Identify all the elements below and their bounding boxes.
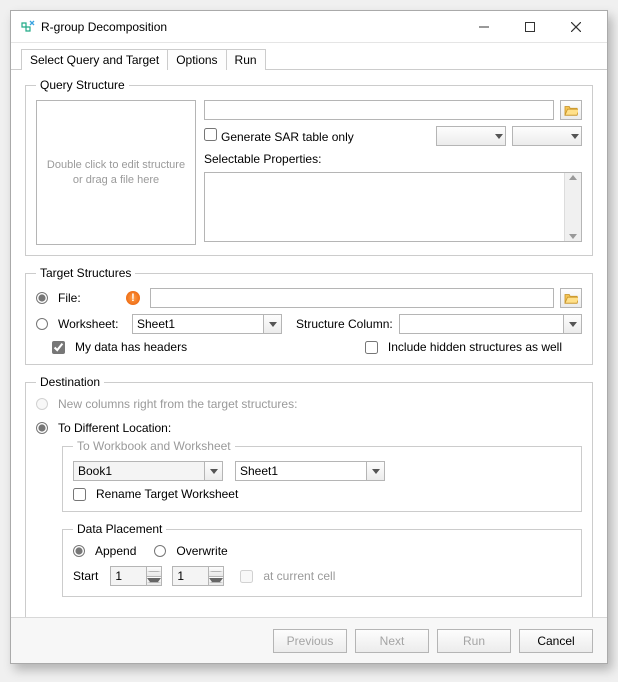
run-button[interactable]: Run: [437, 629, 511, 653]
query-structure-group: Query Structure Double click to edit str…: [25, 78, 593, 256]
different-location-radio[interactable]: [36, 422, 48, 434]
window-title: R-group Decomposition: [41, 20, 167, 34]
chevron-down-icon: [210, 469, 218, 474]
target-worksheet-radio[interactable]: [36, 318, 48, 330]
worksheet-select[interactable]: Sheet1: [132, 314, 282, 334]
rename-worksheet-checkbox[interactable]: [73, 488, 86, 501]
tab-select-query[interactable]: Select Query and Target: [21, 49, 168, 70]
target-structures-legend: Target Structures: [36, 266, 135, 280]
generate-sar-checkbox[interactable]: [204, 128, 217, 141]
at-current-cell-checkbox: [240, 570, 253, 583]
structure-column-label: Structure Column:: [296, 317, 393, 331]
structure-column-select[interactable]: [399, 314, 582, 334]
rename-worksheet-label: Rename Target Worksheet: [96, 487, 238, 501]
new-columns-radio: [36, 398, 48, 410]
append-radio[interactable]: [73, 545, 85, 557]
start-row-spinner[interactable]: 1: [110, 566, 162, 586]
cancel-button[interactable]: Cancel: [519, 629, 593, 653]
scroll-up-icon: [569, 175, 577, 180]
include-hidden-label: Include hidden structures as well: [388, 340, 562, 354]
selectable-properties-list[interactable]: [204, 172, 582, 242]
workbook-select[interactable]: Book1: [73, 461, 223, 481]
selectable-properties-label: Selectable Properties:: [204, 152, 582, 166]
chevron-down-icon: [571, 134, 579, 139]
titlebar: R-group Decomposition: [11, 11, 607, 43]
query-structure-legend: Query Structure: [36, 78, 129, 92]
dialog-window: R-group Decomposition Select Query and T…: [10, 10, 608, 664]
start-label: Start: [73, 569, 98, 583]
chevron-down-icon: [569, 322, 577, 327]
target-structures-group: Target Structures File: ! Worksheet: She…: [25, 266, 593, 365]
alert-icon: !: [126, 291, 140, 305]
query-file-input[interactable]: [204, 100, 554, 120]
start-col-spinner[interactable]: 1: [172, 566, 224, 586]
window-controls: [461, 12, 599, 42]
target-file-radio[interactable]: [36, 292, 48, 304]
headers-label: My data has headers: [75, 340, 187, 354]
overwrite-label: Overwrite: [176, 544, 227, 558]
target-browse-button[interactable]: [560, 288, 582, 308]
next-button[interactable]: Next: [355, 629, 429, 653]
dest-worksheet-select[interactable]: Sheet1: [235, 461, 385, 481]
tab-options[interactable]: Options: [167, 49, 226, 70]
chevron-up-icon: [147, 571, 161, 572]
overwrite-radio[interactable]: [154, 545, 166, 557]
destination-legend: Destination: [36, 375, 104, 389]
headers-checkbox[interactable]: [52, 341, 65, 354]
tab-content: Query Structure Double click to edit str…: [11, 70, 607, 636]
sar-option-select-1[interactable]: [436, 126, 506, 146]
previous-button[interactable]: Previous: [273, 629, 347, 653]
at-current-cell-label: at current cell: [263, 569, 335, 583]
chevron-down-icon: [269, 322, 277, 327]
target-worksheet-label: Worksheet:: [58, 317, 126, 331]
structure-sketch-area[interactable]: Double click to edit structure or drag a…: [36, 100, 196, 245]
destination-group: Destination New columns right from the t…: [25, 375, 593, 618]
target-file-label: File:: [58, 291, 120, 305]
generate-sar-label: Generate SAR table only: [204, 128, 354, 144]
chevron-down-icon: [495, 134, 503, 139]
target-file-input[interactable]: [150, 288, 554, 308]
workbook-worksheet-group: To Workbook and Worksheet Book1 Sheet1: [62, 439, 582, 512]
include-hidden-checkbox[interactable]: [365, 341, 378, 354]
chevron-down-icon: [209, 578, 223, 583]
sar-option-select-2[interactable]: [512, 126, 582, 146]
tab-strip: Select Query and Target Options Run: [11, 43, 607, 70]
app-icon: [19, 19, 35, 35]
data-placement-legend: Data Placement: [73, 522, 166, 536]
chevron-down-icon: [372, 469, 380, 474]
new-columns-label: New columns right from the target struct…: [58, 397, 297, 411]
close-button[interactable]: [553, 12, 599, 42]
scrollbar[interactable]: [564, 173, 581, 241]
workbook-worksheet-legend: To Workbook and Worksheet: [73, 439, 235, 453]
tab-run[interactable]: Run: [226, 49, 266, 70]
data-placement-group: Data Placement Append Overwrite Start 1: [62, 522, 582, 597]
append-label: Append: [95, 544, 136, 558]
maximize-button[interactable]: [507, 12, 553, 42]
chevron-up-icon: [209, 571, 223, 572]
chevron-down-icon: [147, 578, 161, 583]
query-browse-button[interactable]: [560, 100, 582, 120]
minimize-button[interactable]: [461, 12, 507, 42]
different-location-label: To Different Location:: [58, 421, 171, 435]
scroll-down-icon: [569, 234, 577, 239]
dialog-footer: Previous Next Run Cancel: [11, 617, 607, 663]
